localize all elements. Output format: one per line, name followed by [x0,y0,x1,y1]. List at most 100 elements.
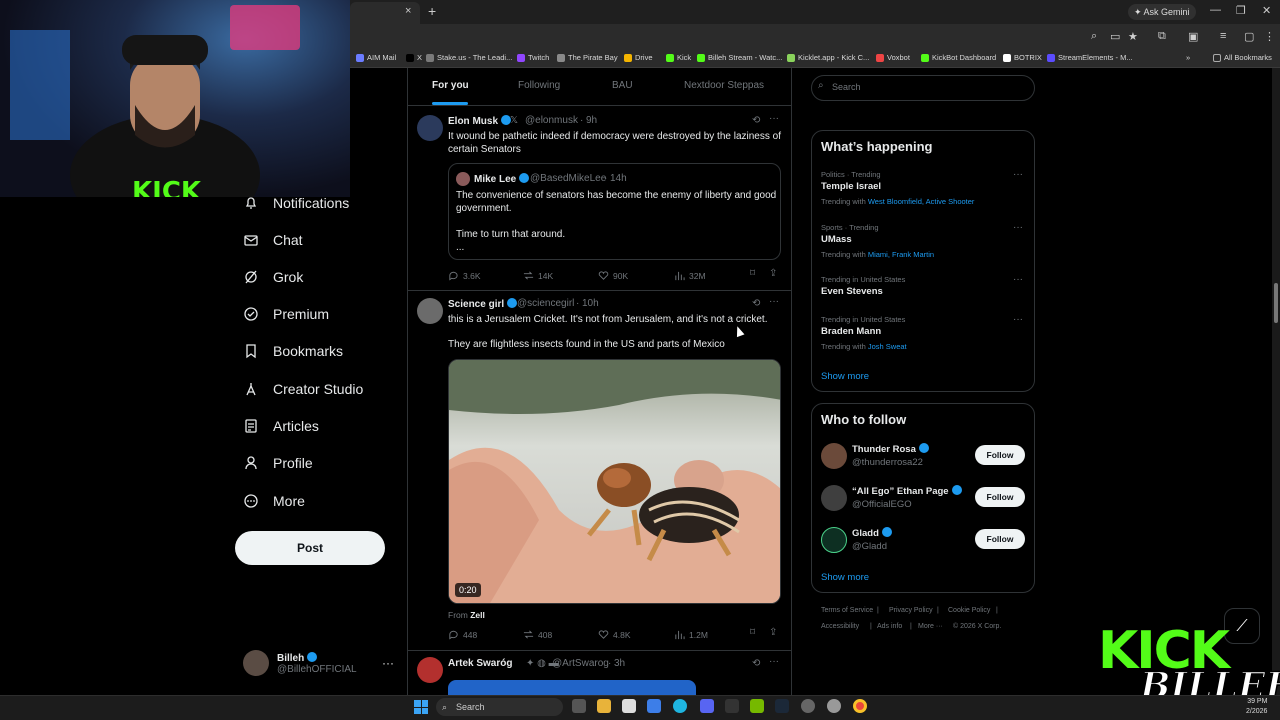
grok-explain-icon[interactable]: ⟲ [752,658,760,669]
bookmark-item[interactable]: Drive [624,53,653,62]
zoom-icon[interactable]: ⌕ [1091,30,1097,43]
steam-icon[interactable] [775,699,789,713]
trends-show-more[interactable]: Show more [821,371,869,382]
nav-item-chat[interactable]: Chat [243,232,303,248]
avatar[interactable] [417,657,443,683]
trend-more-icon[interactable]: ··· [1013,274,1023,285]
reply-button[interactable]: 3.6K [448,270,481,281]
bookmark-item[interactable]: Kicklet.app - Kick C... [787,53,869,62]
repost-button[interactable]: 408 [523,629,552,640]
tweet-time[interactable]: 10h [582,298,599,309]
trend-item[interactable]: Temple Israel [821,181,881,192]
bookmarks-overflow-icon[interactable]: » [1186,53,1190,62]
sidepanel-icon[interactable]: ▣ [1188,30,1198,43]
profile-menu-icon[interactable]: ▢ [1244,30,1254,43]
chrome-icon[interactable] [853,699,867,713]
maximize-icon[interactable]: ❐ [1236,4,1246,17]
footer-link[interactable]: Accessibility [821,623,859,630]
nav-item-grok[interactable]: Grok [243,269,303,285]
tweet-author[interactable]: Artek Swaróg [448,658,512,669]
tweet-handle[interactable]: @sciencegirl [517,298,574,309]
new-tab-button[interactable]: + [428,3,436,19]
tweet-more-icon[interactable]: ··· [769,296,779,307]
post-button[interactable]: Post [235,531,385,565]
trend-related-links[interactable]: Miami, Frank Martin [868,250,934,259]
taskbar-search[interactable]: ⌕ Search [436,698,563,716]
reply-button[interactable]: 448 [448,629,477,640]
grok-explain-icon[interactable]: ⟲ [752,115,760,126]
bookmark-item[interactable]: Billeh Stream - Watc... [697,53,782,62]
nav-item-profile[interactable]: Profile [243,455,313,471]
chrome-menu-icon[interactable]: ⋮ [1264,30,1275,43]
bookmark-item[interactable]: Stake.us - The Leadi... [426,53,512,62]
tweet-author[interactable]: Science girl [448,298,518,310]
windows-start-icon[interactable] [414,700,428,714]
window-close-icon[interactable]: ✕ [1262,4,1271,17]
bookmark-item[interactable]: Kick [666,53,691,62]
cast-icon[interactable]: ▭ [1110,30,1120,43]
like-button[interactable]: 4.8K [598,629,631,640]
from-attribution[interactable]: From Zell [448,610,485,620]
nav-item-premium[interactable]: Premium [243,306,329,322]
follow-button[interactable]: Follow [975,529,1025,549]
grok-explain-icon[interactable]: ⟲ [752,298,760,309]
bookmark-item[interactable]: Twitch [517,53,549,62]
nav-item-articles[interactable]: Articles [243,418,319,434]
grok-floating-icon[interactable]: ⟋ [1224,608,1260,644]
tab-following[interactable]: Following [518,80,560,91]
tweet-author[interactable]: Elon Musk [448,115,512,127]
app-icon[interactable] [827,699,841,713]
all-bookmarks[interactable]: All Bookmarks [1213,53,1272,62]
star-icon[interactable]: ★ [1128,30,1138,43]
trend-item[interactable]: Braden Mann [821,326,881,337]
tweet-handle[interactable]: @ArtSwarog [552,658,609,669]
trend-more-icon[interactable]: ··· [1013,314,1023,325]
bookmark-item[interactable]: KickBot Dashboard [921,53,996,62]
minimize-icon[interactable]: — [1210,4,1221,16]
extensions-icon[interactable]: ⧉ [1158,30,1166,43]
follow-name[interactable]: Thunder Rosa [852,443,929,455]
tab-bau[interactable]: BAU [612,80,633,91]
tab-close-button[interactable]: × [405,5,411,17]
obs-icon[interactable] [801,699,815,713]
tweet-video[interactable] [448,359,781,604]
avatar[interactable] [821,527,847,553]
bookmark-item[interactable]: The Pirate Bay [557,53,618,62]
terminal-icon[interactable] [725,699,739,713]
bookmark-icon[interactable]: ⌑ [750,627,755,638]
file-explorer-icon[interactable] [597,699,611,713]
nvidia-icon[interactable] [750,699,764,713]
tweet-more-icon[interactable]: ··· [769,656,779,667]
follow-show-more[interactable]: Show more [821,572,869,583]
discord-icon[interactable] [700,699,714,713]
bookmark-item[interactable]: StreamElements - M... [1047,53,1133,62]
bookmark-item[interactable]: X [406,53,422,62]
edge-icon[interactable] [673,699,687,713]
tweet-handle[interactable]: @elonmusk [525,115,578,126]
ask-gemini-button[interactable]: ✦ Ask Gemini [1128,4,1196,20]
footer-link[interactable]: More ··· [918,623,943,630]
trend-item[interactable]: UMass [821,234,852,245]
trend-related-links[interactable]: Josh Sweat [868,342,907,351]
share-icon[interactable]: ⇪ [769,627,777,638]
bookmark-item[interactable]: Voxbot [876,53,910,62]
bookmark-item[interactable]: AIM Mail [356,53,396,62]
trend-more-icon[interactable]: ··· [1013,169,1023,180]
follow-name[interactable]: “All Ego” Ethan Page [852,485,962,497]
follow-name[interactable]: Gladd [852,527,892,539]
tab-for-you[interactable]: For you [432,80,469,91]
follow-button[interactable]: Follow [975,487,1025,507]
footer-link[interactable]: Ads info [877,623,902,630]
avatar[interactable] [821,443,847,469]
tweet-time[interactable]: 3h [614,658,625,669]
avatar[interactable] [417,115,443,141]
avatar[interactable] [821,485,847,511]
tab-nextdoor-steppas[interactable]: Nextdoor Steppas [684,80,764,91]
repost-button[interactable]: 14K [523,270,553,281]
tweet-more-icon[interactable]: ··· [769,113,779,124]
page-scrollbar[interactable] [1272,68,1280,695]
trend-more-icon[interactable]: ··· [1013,222,1023,233]
store-icon[interactable] [622,699,636,713]
footer-link[interactable]: Privacy Policy [889,607,933,614]
follow-button[interactable]: Follow [975,445,1025,465]
